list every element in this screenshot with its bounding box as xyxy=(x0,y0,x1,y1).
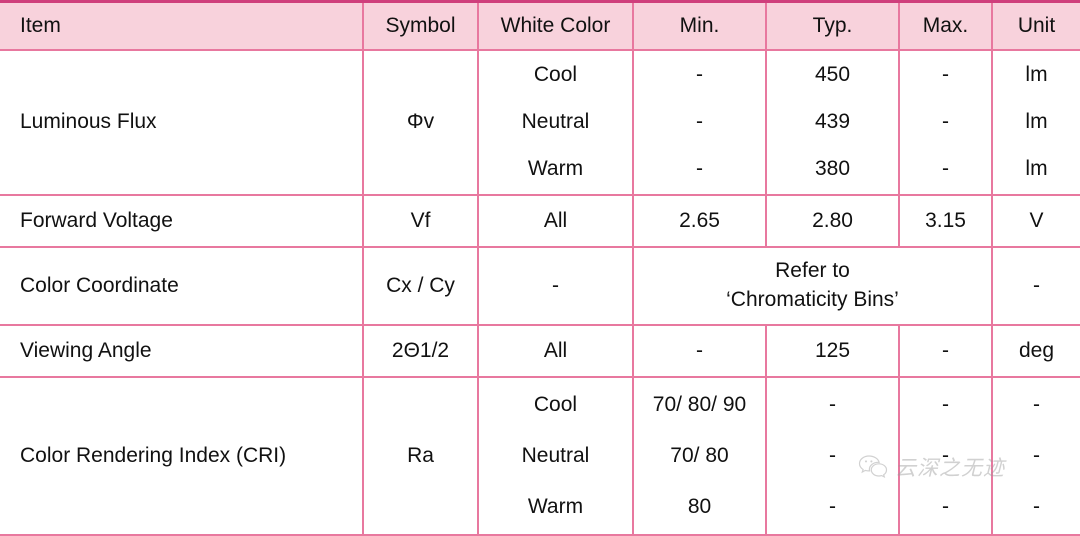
row-symbol-viewing-angle: 2Θ1/2 xyxy=(362,323,478,377)
sub-typ-neutral: 439 xyxy=(814,110,851,134)
column-header-typ: Typ. xyxy=(765,0,899,50)
cell-max-group: - - - xyxy=(898,375,992,536)
table-body: Luminous Flux Φv Cool Neutral Warm - - - xyxy=(0,48,1080,536)
row-symbol-forward-voltage: Vf xyxy=(362,193,478,247)
cell-chromaticity-note: Refer to ‘Chromaticity Bins’ xyxy=(632,245,992,325)
cell-min: 2.65 xyxy=(632,193,766,247)
sub-max-neutral: - xyxy=(942,443,949,467)
row-label-viewing-angle: Viewing Angle xyxy=(0,323,363,377)
sub-max-warm: - xyxy=(942,157,949,181)
table-row: Forward Voltage Vf All 2.65 2.80 3.15 V xyxy=(0,193,1080,247)
sub-white-neutral: Neutral xyxy=(521,110,590,134)
sub-white-neutral: Neutral xyxy=(521,443,590,467)
column-header-unit: Unit xyxy=(991,0,1080,50)
sub-unit-cool: - xyxy=(1033,392,1040,416)
sub-white-warm: Warm xyxy=(527,495,584,519)
cell-unit-group: lm lm lm xyxy=(991,48,1080,195)
table-row: Color Coordinate Cx / Cy - Refer to ‘Chr… xyxy=(0,245,1080,325)
column-header-white-color: White Color xyxy=(477,0,633,50)
cell-typ: 125 xyxy=(765,323,899,377)
cell-min: - xyxy=(632,323,766,377)
cell-unit-group: - - - xyxy=(991,375,1080,536)
cell-unit: V xyxy=(991,193,1080,247)
sub-white-warm: Warm xyxy=(527,157,584,181)
cell-unit: - xyxy=(991,245,1080,325)
sub-min-warm: - xyxy=(696,157,703,181)
sub-min-cool: 70/ 80/ 90 xyxy=(652,392,747,416)
sub-max-warm: - xyxy=(942,495,949,519)
sub-typ-cool: 450 xyxy=(814,63,851,87)
cell-white-color: - xyxy=(477,245,633,325)
sub-min-neutral: 70/ 80 xyxy=(670,443,729,467)
sub-unit-cool: lm xyxy=(1025,63,1048,87)
cell-max: - xyxy=(898,323,992,377)
cell-typ-group: 450 439 380 xyxy=(765,48,899,195)
sub-min-cool: - xyxy=(696,63,703,87)
column-header-max: Max. xyxy=(898,0,992,50)
sub-unit-neutral: lm xyxy=(1025,110,1048,134)
row-label-color-coordinate: Color Coordinate xyxy=(0,245,363,325)
sub-unit-neutral: - xyxy=(1033,443,1040,467)
table-row: Color Rendering Index (CRI) Ra Cool Neut… xyxy=(0,375,1080,536)
cell-max: 3.15 xyxy=(898,193,992,247)
sub-unit-warm: - xyxy=(1033,495,1040,519)
sub-min-warm: 80 xyxy=(687,495,712,519)
sub-min-neutral: - xyxy=(696,110,703,134)
row-symbol-color-rendering-index: Ra xyxy=(362,375,478,536)
table-header: Item Symbol White Color Min. Typ. Max. U… xyxy=(0,0,1080,50)
column-header-symbol: Symbol xyxy=(362,0,478,50)
cell-min-group: 70/ 80/ 90 70/ 80 80 xyxy=(632,375,766,536)
sub-max-cool: - xyxy=(942,392,949,416)
cell-white-color: All xyxy=(477,323,633,377)
row-symbol-color-coordinate: Cx / Cy xyxy=(362,245,478,325)
sub-unit-warm: lm xyxy=(1025,157,1048,181)
cell-typ: 2.80 xyxy=(765,193,899,247)
led-specification-table: Item Symbol White Color Min. Typ. Max. U… xyxy=(0,0,1080,536)
cell-white-color-group: Cool Neutral Warm xyxy=(477,48,633,195)
chromaticity-note-line2: ‘Chromaticity Bins’ xyxy=(726,287,899,311)
cell-white-color-group: Cool Neutral Warm xyxy=(477,375,633,536)
cell-typ-group: - - - xyxy=(765,375,899,536)
row-label-forward-voltage: Forward Voltage xyxy=(0,193,363,247)
cell-white-color: All xyxy=(477,193,633,247)
sub-white-cool: Cool xyxy=(533,392,578,416)
row-label-luminous-flux: Luminous Flux xyxy=(0,48,363,195)
sub-max-neutral: - xyxy=(942,110,949,134)
column-header-min: Min. xyxy=(632,0,766,50)
sub-typ-warm: 380 xyxy=(814,157,851,181)
chromaticity-note-line1: Refer to xyxy=(775,259,850,283)
table-row: Luminous Flux Φv Cool Neutral Warm - - - xyxy=(0,48,1080,195)
sub-typ-warm: - xyxy=(829,495,836,519)
sub-white-cool: Cool xyxy=(533,63,578,87)
row-label-color-rendering-index: Color Rendering Index (CRI) xyxy=(0,375,363,536)
sub-typ-cool: - xyxy=(829,392,836,416)
row-symbol-luminous-flux: Φv xyxy=(362,48,478,195)
table-row: Viewing Angle 2Θ1/2 All - 125 - deg xyxy=(0,323,1080,377)
header-row: Item Symbol White Color Min. Typ. Max. U… xyxy=(0,0,1080,50)
spec-table-page: Item Symbol White Color Min. Typ. Max. U… xyxy=(0,0,1080,536)
column-header-item: Item xyxy=(0,0,363,50)
sub-max-cool: - xyxy=(942,63,949,87)
cell-unit: deg xyxy=(991,323,1080,377)
cell-max-group: - - - xyxy=(898,48,992,195)
cell-min-group: - - - xyxy=(632,48,766,195)
sub-typ-neutral: - xyxy=(829,443,836,467)
